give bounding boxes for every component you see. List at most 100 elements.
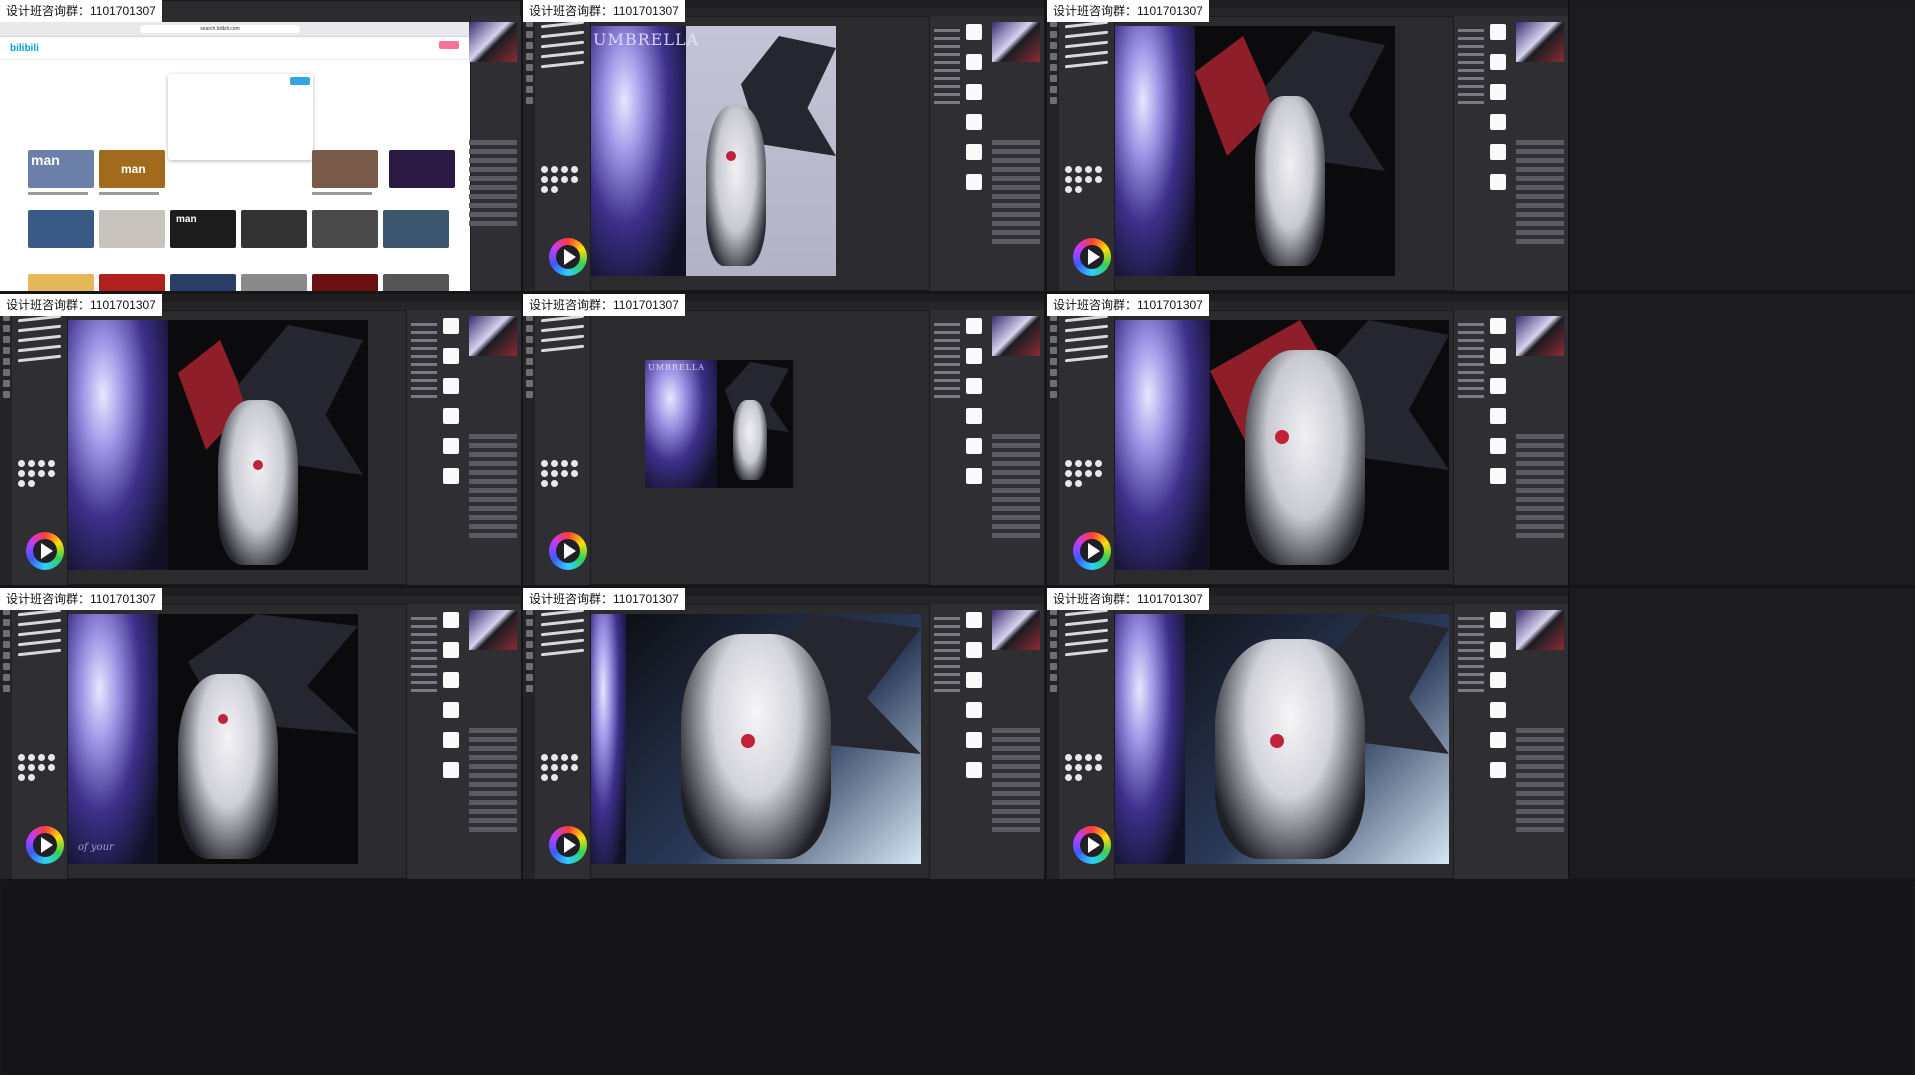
video-thumbnail[interactable]: [312, 210, 378, 248]
brush-panel[interactable]: [535, 604, 591, 879]
video-thumbnail[interactable]: [312, 150, 378, 188]
artwork-apple: [741, 734, 755, 748]
brush-panel[interactable]: [12, 604, 68, 879]
layer-list[interactable]: [469, 136, 517, 230]
search-button[interactable]: [290, 77, 310, 85]
canvas[interactable]: UMBRELLA: [591, 26, 836, 276]
right-panel: [406, 604, 521, 879]
layer-list[interactable]: [992, 430, 1040, 542]
brush-panel[interactable]: [1059, 310, 1115, 585]
artwork-apple: [1275, 430, 1289, 444]
brush-panel[interactable]: [1059, 604, 1115, 879]
brush-panel[interactable]: [12, 310, 68, 585]
brush-panel[interactable]: [535, 16, 591, 291]
upload-button[interactable]: [439, 41, 459, 49]
color-wheel-icon[interactable]: [1073, 826, 1111, 864]
brush-panel[interactable]: [1059, 16, 1115, 291]
artwork-figure: [733, 400, 767, 480]
canvas[interactable]: UMBRELLA: [645, 360, 793, 488]
layer-list[interactable]: [1516, 136, 1564, 248]
watermark: 设计班咨询群：1101701307: [523, 0, 685, 22]
video-thumbnail[interactable]: [99, 274, 165, 291]
watermark: 设计班咨询群：1101701307: [1047, 294, 1209, 316]
video-title[interactable]: [28, 192, 88, 195]
navigator-thumbnail: [1516, 22, 1564, 62]
video-thumbnail[interactable]: [383, 274, 449, 291]
cell-paint: 设计班咨询群：1101701307: [0, 294, 521, 585]
canvas[interactable]: of your: [68, 614, 358, 864]
artwork-left: [591, 26, 686, 276]
color-wheel-icon[interactable]: [549, 238, 587, 276]
color-wheel-icon[interactable]: [26, 532, 64, 570]
video-thumbnail[interactable]: [241, 210, 307, 248]
canvas[interactable]: [1115, 26, 1395, 276]
right-panel: [1453, 604, 1568, 879]
title-overlay: UMBRELLA: [593, 30, 700, 49]
cell-browser: 设计班咨询群：1101701307 search.bilibili.com bi…: [0, 0, 521, 291]
artwork-figure: [1255, 96, 1325, 266]
layer-list[interactable]: [1516, 430, 1564, 542]
right-panel: [406, 310, 521, 585]
cell-paint: 设计班咨询群：1101701307 UMBRELLA: [523, 294, 1044, 585]
canvas[interactable]: [1115, 320, 1449, 570]
artwork-apple: [1270, 734, 1284, 748]
color-wheel-icon[interactable]: [1073, 532, 1111, 570]
cell-paint: 设计班咨询群：1101701307: [1047, 0, 1568, 291]
right-panel: [469, 16, 521, 291]
layer-list[interactable]: [992, 724, 1040, 836]
video-thumbnail[interactable]: [170, 274, 236, 291]
property-list[interactable]: [934, 24, 960, 109]
color-wheel-icon[interactable]: [1073, 238, 1111, 276]
video-thumbnail[interactable]: [28, 274, 94, 291]
cover-text: man: [121, 162, 146, 176]
artwork-left: [68, 614, 158, 864]
artwork-figure: [1215, 639, 1365, 859]
brush-panel[interactable]: [535, 310, 591, 585]
artwork-left: [1115, 614, 1185, 864]
video-thumbnail[interactable]: man: [99, 150, 165, 188]
bottom-strip: [0, 882, 1915, 1075]
video-thumbnail[interactable]: man: [170, 210, 236, 248]
navigator-thumbnail: [1516, 316, 1564, 356]
video-title[interactable]: [312, 192, 372, 195]
cell-paint: 设计班咨询群：1101701307: [523, 588, 1044, 879]
right-panel: [1453, 16, 1568, 291]
cell-paint: 设计班咨询群：1101701307: [1047, 294, 1568, 585]
artwork-figure: [681, 634, 831, 859]
layer-list[interactable]: [469, 724, 517, 836]
canvas[interactable]: [1115, 614, 1449, 864]
video-thumbnail[interactable]: [241, 274, 307, 291]
color-wheel-icon[interactable]: [549, 532, 587, 570]
video-thumbnail[interactable]: [383, 210, 449, 248]
canvas[interactable]: [591, 614, 921, 864]
site-logo[interactable]: bilibili: [10, 43, 39, 54]
video-thumbnail[interactable]: [389, 150, 455, 188]
artwork-apple: [253, 460, 263, 470]
layer-list[interactable]: [469, 430, 517, 542]
cell-edge: [1570, 0, 1915, 291]
video-title[interactable]: [99, 192, 159, 195]
search-dropdown[interactable]: [168, 74, 313, 160]
video-thumbnail[interactable]: man: [28, 150, 94, 188]
watermark: 设计班咨询群：1101701307: [0, 0, 162, 22]
cover-text: man: [176, 214, 197, 225]
cell-paint: 设计班咨询群：1101701307: [1047, 588, 1568, 879]
watermark: 设计班咨询群：1101701307: [1047, 0, 1209, 22]
cover-text: man: [31, 152, 60, 168]
layer-list[interactable]: [1516, 724, 1564, 836]
artwork-figure: [178, 674, 278, 859]
layer-list[interactable]: [992, 136, 1040, 248]
color-wheel-icon[interactable]: [26, 826, 64, 864]
artwork-figure: [706, 106, 766, 266]
video-thumbnail[interactable]: [99, 210, 165, 248]
video-thumbnail[interactable]: [312, 274, 378, 291]
canvas[interactable]: [68, 320, 368, 570]
right-panel: [929, 310, 1044, 585]
brush-size-grid[interactable]: [541, 166, 585, 193]
url-bar[interactable]: search.bilibili.com: [140, 25, 300, 33]
video-thumbnail[interactable]: [28, 210, 94, 248]
color-wheel-icon[interactable]: [549, 826, 587, 864]
navigator-thumbnail: [992, 22, 1040, 62]
brush-preview-column[interactable]: [966, 24, 984, 204]
cell-paint: 设计班咨询群：1101701307 of your: [0, 588, 521, 879]
